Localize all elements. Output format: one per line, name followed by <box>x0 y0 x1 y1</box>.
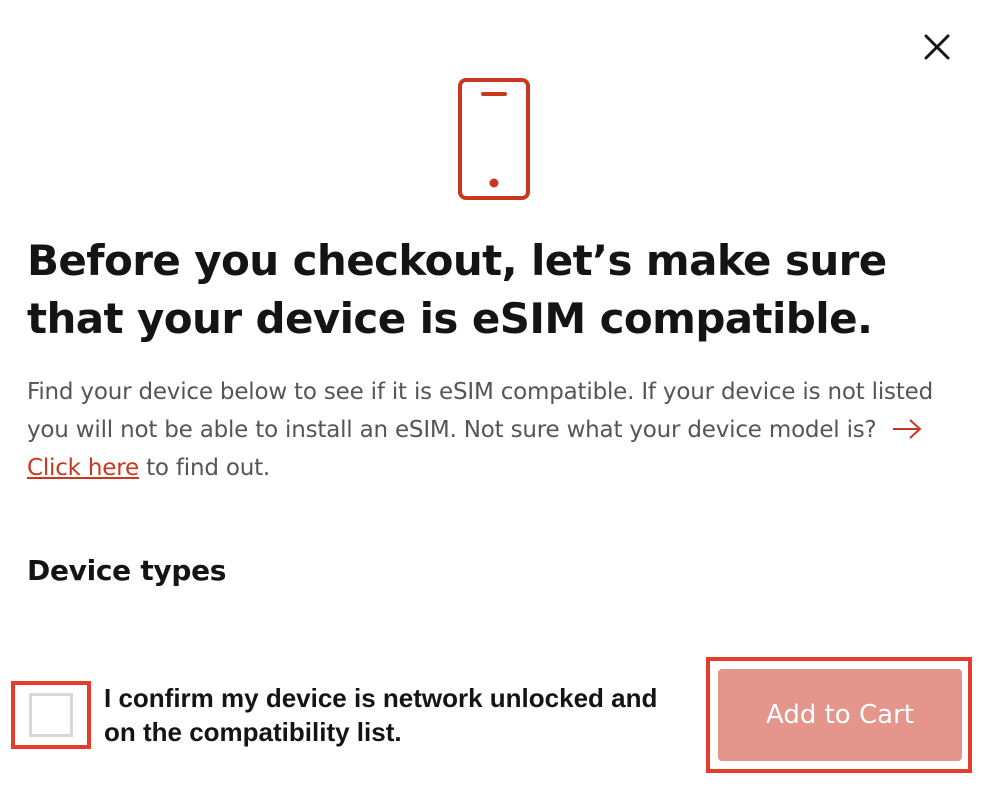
modal-title: Before you checkout, let’s make sure tha… <box>27 236 887 343</box>
close-button[interactable] <box>912 22 962 72</box>
add-to-cart-button[interactable]: Add to Cart <box>718 669 962 761</box>
close-icon <box>924 34 950 60</box>
click-here-link[interactable]: Click here <box>27 455 139 481</box>
checkbox-highlight <box>11 681 91 749</box>
description-suffix: to find out. <box>138 455 271 481</box>
confirm-checkbox[interactable] <box>29 693 73 737</box>
device-types-heading: Device types <box>27 554 227 587</box>
confirm-label[interactable]: I confirm my device is network unlocked … <box>104 681 684 749</box>
description-text: Find your device below to see if it is e… <box>27 379 933 443</box>
modal-description: Find your device below to see if it is e… <box>27 373 957 487</box>
smartphone-icon <box>458 78 530 200</box>
esim-compatibility-modal: Before you checkout, let’s make sure tha… <box>0 0 988 786</box>
arrow-right-icon <box>892 419 922 439</box>
